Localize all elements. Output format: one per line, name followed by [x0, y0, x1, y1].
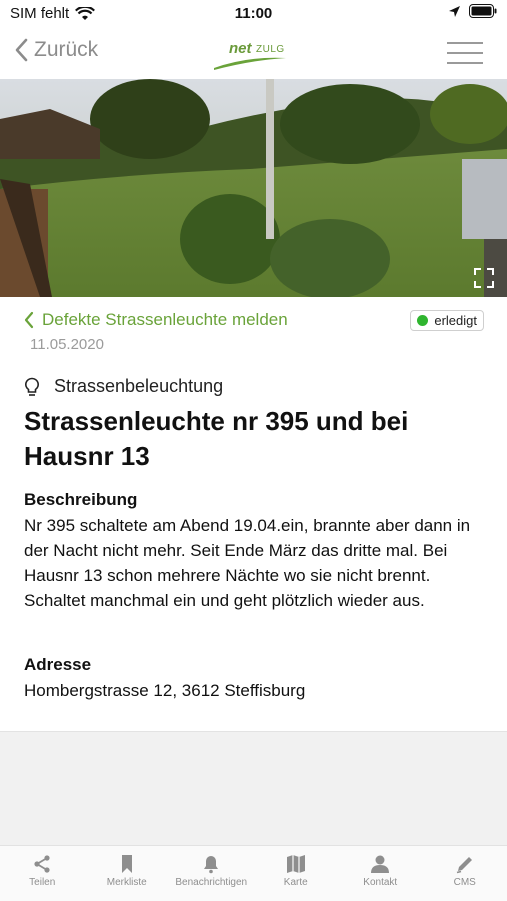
report-photo[interactable] — [0, 79, 507, 297]
category-row: Defekte Strassenleuchte melden erledigt — [24, 310, 484, 334]
tab-notifications[interactable]: Benachrichtigen — [169, 846, 254, 901]
type-label: Strassenbeleuchtung — [54, 376, 223, 397]
tab-label: Teilen — [29, 877, 55, 888]
tab-share[interactable]: Teilen — [0, 846, 85, 901]
battery-icon — [469, 4, 497, 18]
type-row: Strassenbeleuchtung — [24, 376, 223, 397]
description-label: Beschreibung — [24, 490, 137, 510]
menu-line-icon — [447, 62, 483, 64]
status-label: erledigt — [434, 313, 477, 328]
status-dot-icon — [417, 315, 428, 326]
netzulg-logo: net ZULG — [208, 38, 298, 72]
bookmark-icon — [117, 854, 137, 874]
tab-cms[interactable]: CMS — [423, 846, 507, 901]
clock: 11:00 — [0, 5, 507, 22]
menu-line-icon — [447, 42, 483, 44]
tab-bar: Teilen Merkliste Benachrichtigen Karte K… — [0, 845, 507, 901]
tab-bookmarks[interactable]: Merkliste — [85, 846, 170, 901]
tab-label: Merkliste — [107, 877, 147, 888]
tab-label: Kontakt — [363, 877, 397, 888]
map-icon — [286, 854, 306, 874]
description-text: Nr 395 schaltete am Abend 19.04.ein, bra… — [24, 513, 484, 613]
report-title: Strassenleuchte nr 395 und bei Hausnr 13 — [24, 404, 484, 474]
tab-label: CMS — [454, 877, 476, 888]
address-label: Adresse — [24, 655, 91, 675]
navigation-bar: Zurück net ZULG — [0, 28, 507, 78]
chevron-left-icon — [14, 38, 28, 62]
hamburger-menu-button[interactable] — [447, 42, 483, 64]
bell-icon — [201, 854, 221, 874]
status-badge: erledigt — [410, 310, 484, 331]
fullscreen-icon[interactable] — [473, 267, 495, 289]
address-text: Hombergstrasse 12, 3612 Steffisburg — [24, 678, 484, 703]
lightbulb-icon — [24, 377, 40, 397]
pencil-icon — [455, 854, 475, 874]
tab-map[interactable]: Karte — [254, 846, 339, 901]
hillside-photo — [0, 79, 507, 297]
chevron-left-icon — [24, 311, 34, 329]
category-link[interactable]: Defekte Strassenleuchte melden — [24, 310, 288, 330]
back-button[interactable]: Zurück — [14, 38, 98, 62]
status-bar: SIM fehlt 11:00 — [0, 0, 507, 28]
person-icon — [370, 854, 390, 874]
status-icons — [448, 4, 497, 18]
tab-label: Karte — [284, 877, 308, 888]
tab-contact[interactable]: Kontakt — [338, 846, 423, 901]
tab-label: Benachrichtigen — [175, 877, 247, 888]
category-label: Defekte Strassenleuchte melden — [42, 310, 288, 330]
location-arrow-icon — [448, 5, 461, 18]
report-date: 11.05.2020 — [30, 336, 104, 353]
share-icon — [32, 854, 52, 874]
empty-footer-area — [0, 731, 507, 846]
logo-swoosh-icon — [208, 38, 298, 72]
menu-line-icon — [447, 52, 483, 54]
back-label: Zurück — [34, 38, 98, 62]
